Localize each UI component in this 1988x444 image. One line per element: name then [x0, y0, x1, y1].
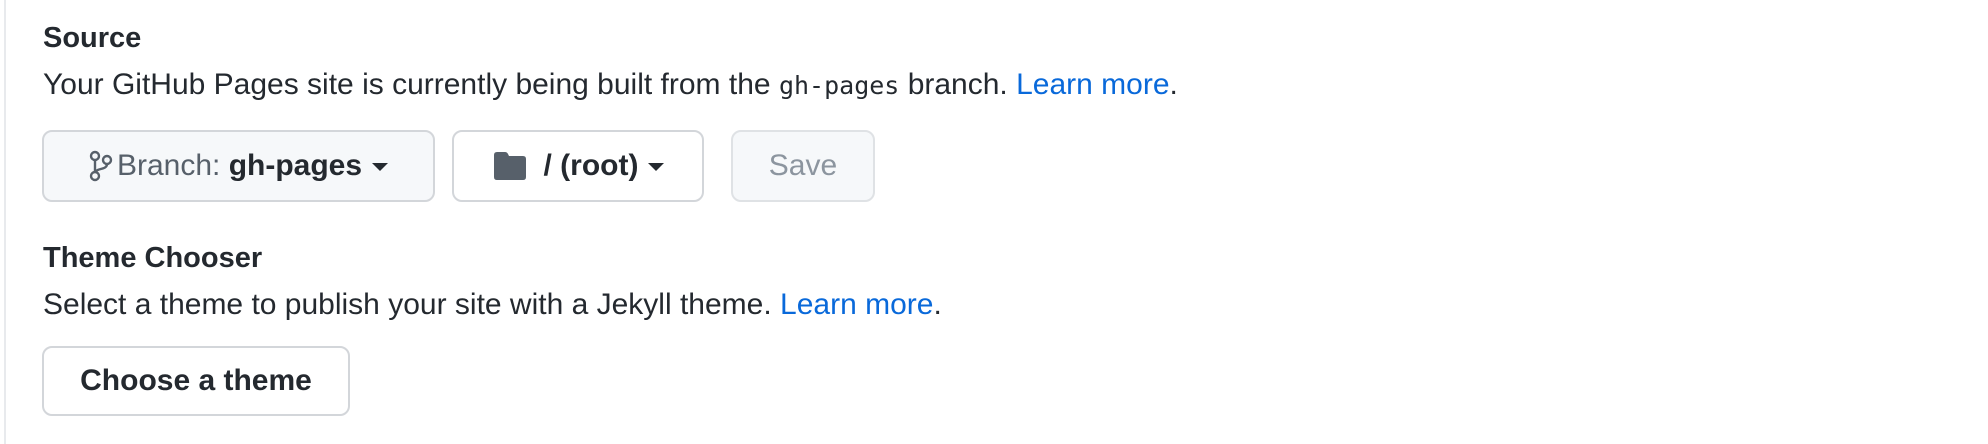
choose-theme-button[interactable]: Choose a theme: [42, 346, 350, 416]
branch-label-prefix: Branch:: [116, 149, 221, 182]
source-description: Your GitHub Pages site is currently bein…: [43, 65, 1178, 106]
folder-label-value: / (root): [543, 149, 639, 182]
source-desc-period: .: [1169, 68, 1178, 101]
chevron-down-icon: [648, 163, 665, 171]
save-button[interactable]: Save: [731, 130, 875, 202]
left-border-divider: [4, 0, 6, 444]
branch-select-button[interactable]: Branch: gh-pages: [42, 130, 435, 202]
theme-desc-period: .: [933, 288, 942, 321]
theme-chooser-heading: Theme Chooser: [43, 242, 263, 274]
git-branch-icon: [89, 149, 113, 183]
save-button-label: Save: [768, 149, 838, 182]
source-heading: Source: [43, 22, 142, 54]
branch-label-value: gh-pages: [228, 149, 363, 182]
folder-icon: [492, 151, 528, 181]
theme-learn-more-link[interactable]: Learn more: [780, 288, 933, 321]
source-desc-suffix: branch.: [899, 68, 1017, 101]
source-desc-prefix: Your GitHub Pages site is currently bein…: [43, 68, 779, 101]
theme-desc-text: Select a theme to publish your site with…: [43, 288, 781, 321]
source-learn-more-link[interactable]: Learn more: [1016, 68, 1169, 101]
theme-description: Select a theme to publish your site with…: [43, 285, 942, 325]
chevron-down-icon: [372, 163, 389, 171]
choose-theme-label: Choose a theme: [80, 364, 312, 397]
theme-chooser-section: Theme Chooser: [43, 240, 262, 276]
source-section: Source: [43, 20, 141, 56]
source-desc-branch-code: gh-pages: [778, 71, 900, 100]
folder-select-button[interactable]: / (root): [452, 130, 704, 202]
